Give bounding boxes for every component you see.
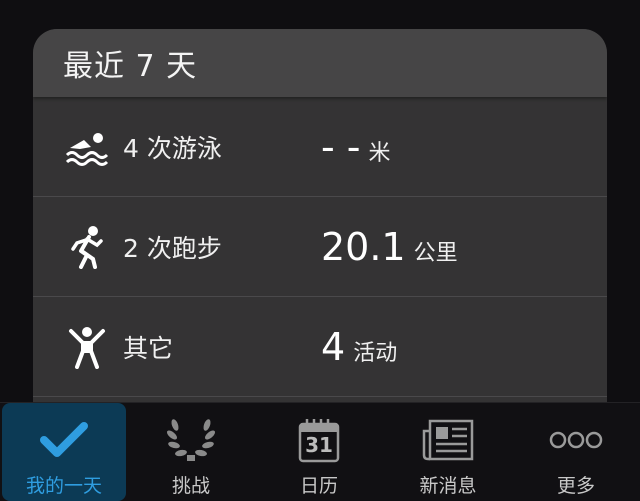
tab-challenges-label: 挑战 [171, 475, 210, 497]
checkmark-icon [39, 409, 89, 471]
swim-row[interactable]: 4 次游泳 - - 米 [33, 97, 607, 197]
calendar-day: 31 [305, 433, 333, 457]
run-row[interactable]: 2 次跑步 20.1 公里 [33, 197, 607, 297]
tab-my-day[interactable]: 我的一天 [2, 403, 126, 501]
swim-unit: 米 [368, 140, 391, 166]
swim-count-label: 4 次游泳 [123, 133, 222, 163]
run-icon [61, 221, 113, 273]
swim-distance: - - [321, 124, 361, 169]
run-unit: 公里 [413, 240, 458, 266]
other-label: 其它 [123, 333, 174, 363]
run-count-label: 2 次跑步 [123, 233, 222, 263]
news-icon [422, 409, 474, 471]
bottom-tab-bar: 我的一天 挑战 31 日历 新消息 更多 [0, 402, 640, 501]
calendar-icon: 31 [297, 409, 341, 471]
tab-calendar-label: 日历 [299, 475, 338, 497]
tab-more[interactable]: 更多 [514, 403, 638, 501]
swim-icon [61, 121, 113, 173]
person-activity-icon [61, 321, 113, 373]
other-row[interactable]: 其它 4 活动 [33, 297, 607, 397]
other-value: 4 活动 [321, 325, 397, 369]
tab-news[interactable]: 新消息 [386, 403, 510, 501]
tab-more-label: 更多 [556, 475, 595, 497]
tab-my-day-label: 我的一天 [25, 475, 102, 497]
other-unit: 活动 [353, 340, 398, 366]
tab-news-label: 新消息 [419, 475, 477, 497]
run-distance: 20.1 [321, 224, 406, 269]
card-title: 最近 7 天 [33, 29, 607, 97]
laurel-icon [165, 409, 217, 471]
swim-value: - - 米 [321, 125, 391, 169]
other-count: 4 [321, 324, 346, 369]
run-value: 20.1 公里 [321, 225, 458, 269]
more-icon [549, 409, 603, 471]
last-7-days-card: 最近 7 天 4 次游泳 - - 米 2 次跑步 20.1 公里 其它 4 活动 [33, 29, 607, 419]
tab-challenges[interactable]: 挑战 [129, 403, 253, 501]
tab-calendar[interactable]: 31 日历 [257, 403, 381, 501]
